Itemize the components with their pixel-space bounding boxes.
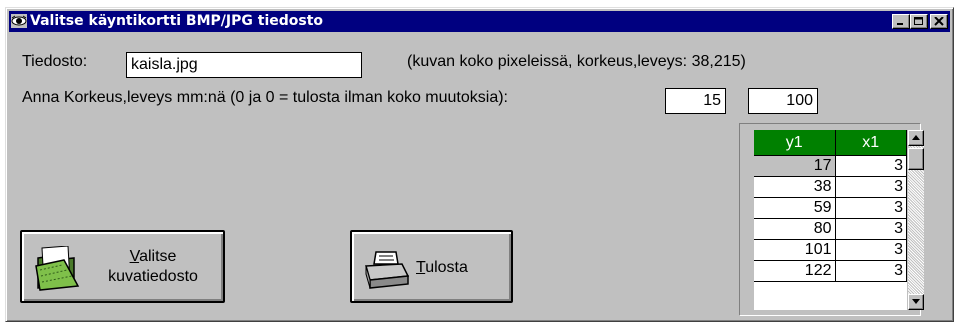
table-row[interactable]: 59 3	[754, 197, 907, 219]
printer-icon	[365, 251, 410, 289]
grid-cell-x1[interactable]: 3	[835, 176, 907, 198]
grid-viewport: y1 x1 17 3 38 3 59 3 80 3 101 3 122 3	[754, 130, 907, 310]
select-image-file-button[interactable]: Valitse kuvatiedosto	[20, 230, 225, 303]
minimize-button[interactable]	[892, 14, 910, 29]
scroll-up-button[interactable]	[908, 130, 924, 146]
image-size-info: (kuvan koko pixeleissä, korkeus,leveys: …	[407, 53, 746, 70]
table-row[interactable]: 80 3	[754, 218, 907, 240]
grid-cell-y1[interactable]: 122	[754, 260, 836, 282]
title-bar[interactable]: Valitse käyntikortti BMP/JPG tiedosto	[9, 11, 950, 32]
column-header-x1[interactable]: x1	[835, 130, 907, 156]
eye-icon	[11, 14, 27, 28]
dimensions-label: Anna Korkeus,leveys mm:nä (0 ja 0 = tulo…	[22, 89, 508, 106]
coordinates-grid: y1 x1 17 3 38 3 59 3 80 3 101 3 122 3	[739, 123, 924, 316]
grid-cell-y1[interactable]: 38	[754, 176, 836, 198]
table-row[interactable]: 17 3	[754, 155, 907, 177]
table-row[interactable]: 38 3	[754, 176, 907, 198]
grid-cell-x1[interactable]: 3	[835, 155, 907, 177]
height-mm-input[interactable]	[665, 88, 726, 114]
grid-cell-y1[interactable]: 17	[754, 155, 836, 177]
grid-cell-y1[interactable]: 101	[754, 239, 836, 261]
maximize-icon	[914, 17, 923, 25]
file-label: Tiedosto:	[22, 53, 88, 70]
folder-icon	[35, 246, 80, 291]
minimize-icon	[897, 23, 903, 25]
file-name-input[interactable]	[126, 52, 362, 78]
grid-cell-x1[interactable]: 3	[835, 260, 907, 282]
print-button[interactable]: Tulosta	[350, 230, 513, 303]
arrow-down-icon	[912, 299, 920, 304]
grid-cell-x1[interactable]: 3	[835, 197, 907, 219]
print-label: Tulosta	[416, 259, 468, 276]
table-row[interactable]: 122 3	[754, 260, 907, 282]
scroll-down-button[interactable]	[908, 294, 924, 310]
grid-cell-x1[interactable]: 3	[835, 218, 907, 240]
column-header-y1[interactable]: y1	[754, 130, 836, 156]
table-row[interactable]: 101 3	[754, 239, 907, 261]
close-button[interactable]	[930, 14, 948, 29]
grid-cell-x1[interactable]: 3	[835, 239, 907, 261]
maximize-button[interactable]	[910, 14, 928, 29]
close-icon	[934, 17, 944, 26]
width-mm-input[interactable]	[748, 88, 818, 114]
select-image-file-label: Valitse kuvatiedosto	[108, 248, 198, 285]
grid-vertical-scrollbar[interactable]	[908, 130, 924, 310]
grid-cell-y1[interactable]: 80	[754, 218, 836, 240]
arrow-up-icon	[912, 135, 920, 140]
window-title: Valitse käyntikortti BMP/JPG tiedosto	[30, 13, 324, 29]
grid-table: y1 x1 17 3 38 3 59 3 80 3 101 3 122 3	[754, 130, 907, 282]
grid-cell-y1[interactable]: 59	[754, 197, 836, 219]
dialog-window: Valitse käyntikortti BMP/JPG tiedosto Ti…	[5, 7, 954, 322]
scroll-thumb[interactable]	[908, 148, 924, 170]
